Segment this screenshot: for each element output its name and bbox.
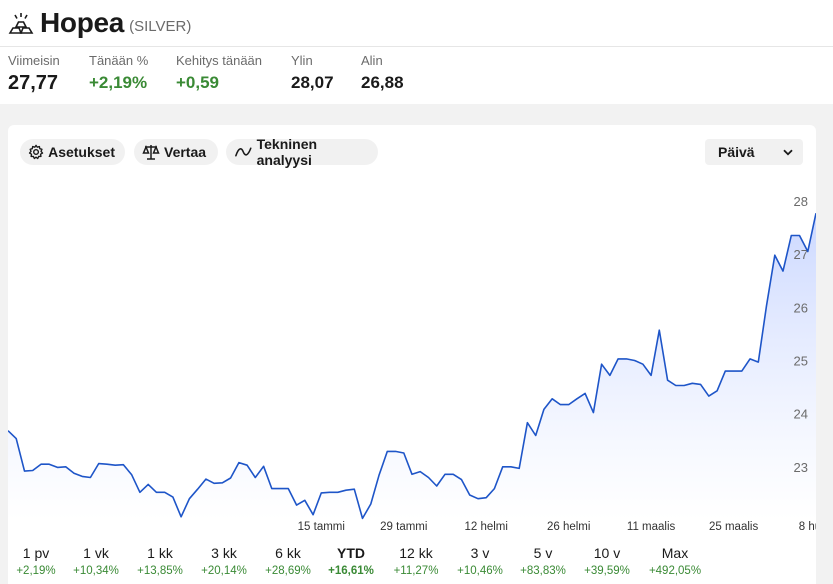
x-tick-label: 25 maalis [709, 521, 758, 533]
stat-value: +0,59 [176, 73, 220, 92]
x-tick-label: 11 maalis [627, 521, 676, 533]
period-button[interactable]: 3 kk +20,14% [192, 535, 256, 580]
price-chart[interactable]: 232425262728 15 tammi 29 tammi 12 helmi 26 … [8, 125, 816, 535]
header-divider [0, 46, 833, 47]
period-label: 3 kk [211, 545, 237, 561]
stat-label: Viimeisin [8, 53, 60, 68]
period-button[interactable]: 10 v +39,59% [575, 535, 639, 580]
trend-line-icon [235, 147, 252, 157]
x-tick-label: 12 helmi [464, 521, 507, 533]
period-change: +28,69% [265, 565, 311, 577]
period-button[interactable]: 5 v +83,83% [511, 535, 575, 580]
period-change: +492,05% [648, 565, 702, 577]
compare-label: Vertaa [164, 144, 207, 160]
y-tick-label: 24 [794, 407, 808, 422]
x-axis-ticks: 15 tammi 29 tammi 12 helmi 26 helmi 11 maali… [298, 521, 816, 533]
period-label: Max [661, 545, 689, 561]
stat-value: +2,19% [89, 73, 148, 92]
y-tick-label: 28 [794, 194, 808, 209]
interval-value: Päivä [718, 144, 755, 160]
period-change: +10,34% [73, 565, 119, 577]
period-label: 6 kk [275, 545, 301, 561]
interval-select[interactable]: Päivä [705, 139, 803, 165]
y-tick-label: 23 [794, 460, 808, 475]
stat-last: Viimeisin 27,77 [8, 52, 60, 97]
stats-row: Viimeisin 27,77 Tänään % +2,19% Kehitys … [0, 52, 833, 102]
title-row: Hopea (SILVER) [8, 5, 191, 41]
period-button-active[interactable]: YTD +16,61% [319, 535, 383, 580]
technical-analysis-label: Tekninen analyysi [256, 136, 318, 168]
gold-bars-icon [8, 13, 34, 34]
stat-label: Ylin [291, 53, 313, 68]
stat-low: Alin 26,88 [361, 52, 404, 97]
period-button[interactable]: 1 vk +10,34% [64, 535, 128, 580]
stat-value: 28,07 [291, 73, 334, 92]
chevron-down-icon [783, 149, 793, 155]
period-label: 1 pv [22, 545, 50, 561]
x-tick-label: 29 tammi [380, 521, 427, 533]
period-label: 3 v [470, 545, 490, 561]
period-button[interactable]: 12 kk +11,27% [384, 535, 448, 580]
period-button[interactable]: 1 kk +13,85% [128, 535, 192, 580]
period-button[interactable]: Max +492,05% [642, 535, 708, 580]
x-tick-label: 26 helmi [547, 521, 590, 533]
period-change: +11,27% [393, 565, 439, 577]
period-change: +2,19% [16, 565, 56, 577]
period-label: 10 v [593, 545, 621, 561]
settings-label: Asetukset [48, 144, 115, 160]
stat-value: 26,88 [361, 73, 404, 92]
y-tick-label: 26 [794, 300, 808, 315]
period-label: YTD [337, 545, 365, 561]
stat-value: 27,77 [8, 72, 59, 94]
period-change: +39,59% [584, 565, 630, 577]
period-change: +83,83% [520, 565, 566, 577]
scale-icon [142, 145, 160, 160]
gear-icon [28, 144, 44, 160]
period-button[interactable]: 1 pv +2,19% [4, 535, 68, 580]
period-change: +16,61% [328, 565, 374, 577]
period-label: 1 kk [147, 545, 173, 561]
period-label: 12 kk [399, 545, 433, 561]
period-button[interactable]: 3 v +10,46% [448, 535, 512, 580]
stat-change-pct: Tänään % +2,19% [89, 52, 148, 97]
stat-label: Tänään % [89, 53, 149, 68]
period-change: +20,14% [201, 565, 247, 577]
stat-high: Ylin 28,07 [291, 52, 334, 97]
instrument-ticker: (SILVER) [129, 17, 192, 35]
period-label: 5 v [533, 545, 553, 561]
instrument-header: Hopea (SILVER) Viimeisin 27,77 Tänään % … [0, 0, 833, 104]
compare-button[interactable]: Vertaa [134, 139, 218, 165]
x-tick-label: 8 huhti [799, 521, 816, 533]
settings-button[interactable]: Asetukset [20, 139, 125, 165]
period-label: 1 vk [83, 545, 109, 561]
stat-change-abs: Kehitys tänään +0,59 [176, 52, 262, 97]
chart-card: 23 24 25 26 27 28 15 tammi 29 tammi 12 helmi 26 … [8, 125, 816, 584]
period-change: +10,46% [457, 565, 503, 577]
x-tick-label: 15 tammi [298, 521, 345, 533]
period-button[interactable]: 6 kk +28,69% [256, 535, 320, 580]
instrument-name: Hopea [40, 7, 125, 38]
period-change: +13,85% [137, 565, 183, 577]
y-tick-label: 25 [794, 354, 808, 369]
stat-label: Kehitys tänään [176, 53, 263, 68]
technical-analysis-button[interactable]: Tekninen analyysi [226, 136, 378, 168]
stat-label: Alin [361, 53, 383, 68]
period-selector: 1 pv +2,19% 1 vk +10,34% 1 kk +13,85% 3 … [8, 535, 816, 584]
